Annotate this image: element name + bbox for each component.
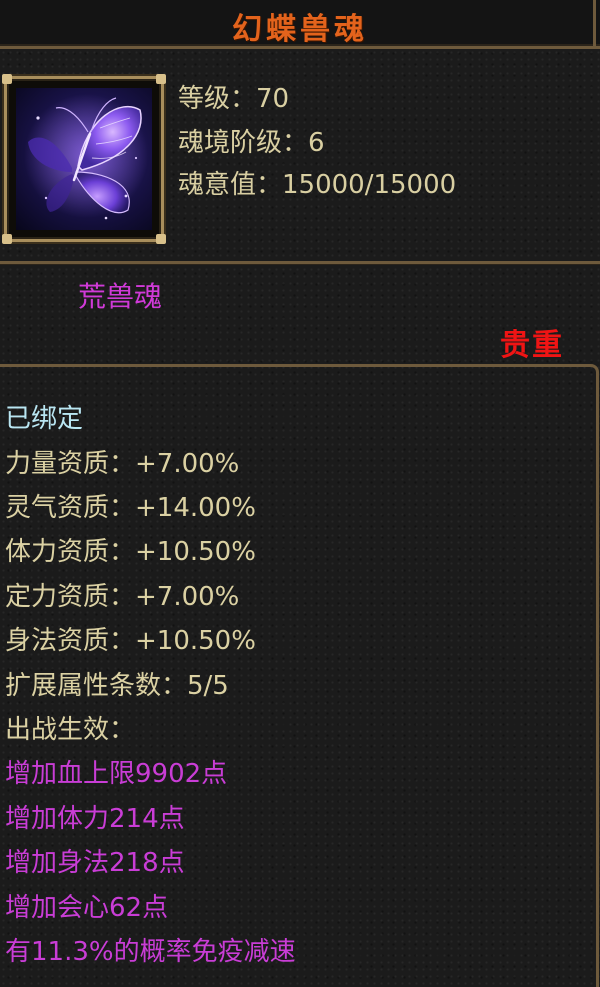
effect-line: 有11.3%的概率免疫减速 [5,937,296,967]
item-tooltip-panel: 幻蝶兽魂 等级：70 魂境阶级：6 魂意值：15000/15000 荒兽魂 贵重… [0,0,600,987]
title-bar: 幻蝶兽魂 [0,0,600,49]
quality-label: 贵重 [500,328,564,363]
effect-line: 增加体力214点 [5,804,185,834]
frame-corner [2,74,12,84]
frame-corner [156,74,166,84]
attribute-line: 体力资质：+10.50% [5,537,256,567]
effect-line: 增加会心62点 [5,893,169,923]
butterfly-soul-icon [16,88,152,230]
frame-corner [156,234,166,244]
realm-stage-stat: 魂境阶级：6 [178,128,325,158]
attribute-line: 定力资质：+7.00% [5,582,240,612]
effect-line: 增加血上限9902点 [5,759,228,789]
effect-line: 增加身法218点 [5,848,185,878]
battle-effect-header: 出战生效： [5,715,136,745]
attribute-line: 灵气资质：+14.00% [5,493,256,523]
item-title: 幻蝶兽魂 [232,12,368,47]
attribute-line: 身法资质：+10.50% [5,626,256,656]
soul-value-stat: 魂意值：15000/15000 [178,170,457,200]
soul-type-label: 荒兽魂 [78,280,163,313]
section-divider [0,261,600,264]
level-stat: 等级：70 [178,84,290,114]
attribute-line: 力量资质：+7.00% [5,449,240,479]
extension-count: 扩展属性条数：5/5 [5,671,229,701]
bound-status: 已绑定 [5,404,84,434]
frame-corner [2,234,12,244]
item-icon-slot[interactable] [2,74,166,244]
